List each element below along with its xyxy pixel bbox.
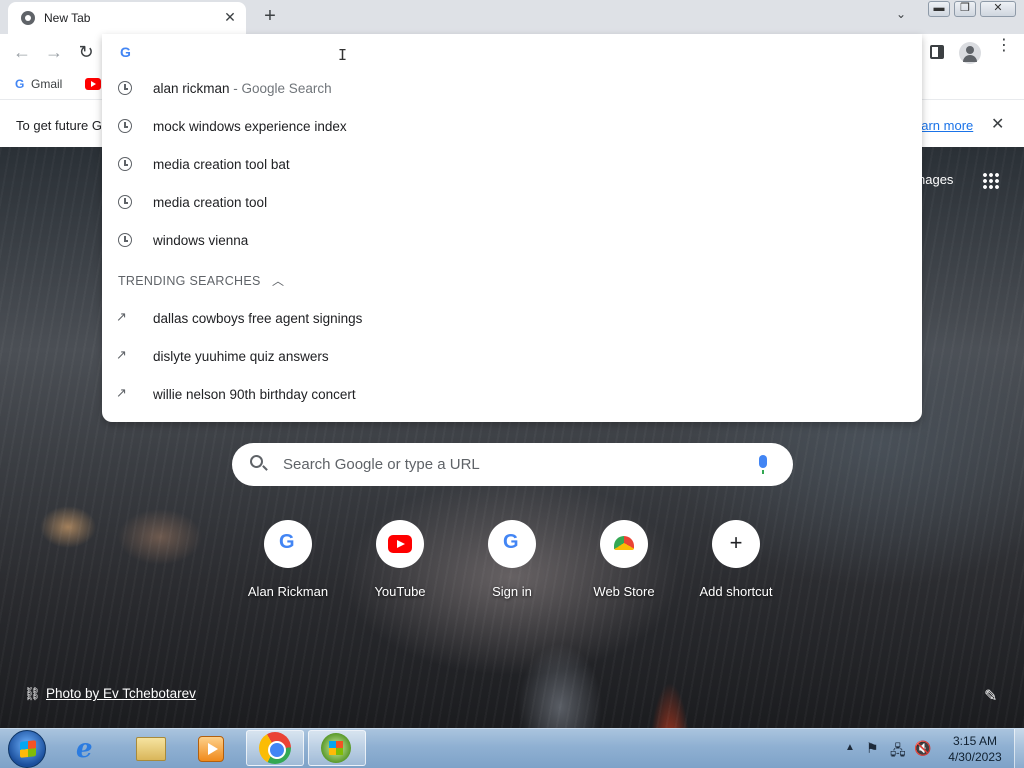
back-button[interactable]: ←: [12, 42, 32, 63]
trending-text: willie nelson 90th birthday concert: [153, 387, 356, 402]
network-icon[interactable]: 🖧: [890, 740, 906, 764]
suggestion-item[interactable]: media creation tool bat: [102, 146, 922, 184]
suggestion-text: media creation tool bat: [153, 157, 290, 172]
google-icon: G: [15, 77, 25, 91]
action-center-flag-icon[interactable]: ⚑: [866, 740, 879, 757]
window-minimize-button[interactable]: ▬: [928, 1, 950, 17]
link-icon: ⛓: [24, 686, 41, 701]
collapse-chevron-icon[interactable]: ︿: [272, 272, 284, 289]
microphone-icon[interactable]: [759, 455, 767, 474]
ntp-search-box[interactable]: Search Google or type a URL: [232, 443, 793, 486]
trending-text: dallas cowboys free agent signings: [153, 311, 363, 326]
suggestion-suffix: - Google Search: [229, 81, 332, 96]
search-placeholder: Search Google or type a URL: [283, 456, 480, 473]
photo-credit[interactable]: ⛓ Photo by Ev Tchebotarev: [24, 686, 196, 702]
internet-explorer-icon[interactable]: e: [76, 734, 104, 764]
trending-icon: ↗: [116, 385, 127, 400]
new-tab-button[interactable]: +: [260, 5, 280, 28]
plus-icon: +: [729, 530, 743, 555]
shortcut-alan-rickman[interactable]: G Alan Rickman: [238, 520, 338, 610]
suggestion-text: mock windows experience index: [153, 119, 347, 134]
suggestion-item[interactable]: media creation tool: [102, 184, 922, 222]
tab-new-tab[interactable]: New Tab ✕: [8, 2, 246, 34]
google-icon: G: [120, 44, 131, 60]
shortcut-sign-in[interactable]: G Sign in: [462, 520, 562, 610]
google-icon: G: [503, 531, 519, 553]
youtube-icon: [388, 535, 412, 553]
start-button[interactable]: [8, 730, 46, 768]
shortcut-label: Sign in: [492, 584, 532, 599]
trending-item[interactable]: ↗ dislyte yuuhime quiz answers: [102, 338, 922, 376]
images-link[interactable]: nages: [918, 172, 953, 187]
trending-item[interactable]: ↗ dallas cowboys free agent signings: [102, 300, 922, 338]
google-apps-icon[interactable]: [982, 172, 1000, 190]
shortcut-tile: G: [264, 520, 312, 568]
media-player-icon[interactable]: [198, 736, 224, 762]
suggestion-text: alan rickman: [153, 81, 230, 96]
history-icon: [118, 81, 132, 95]
trending-icon: ↗: [116, 309, 127, 324]
search-icon: [250, 455, 263, 468]
suggestion-text: windows vienna: [153, 233, 249, 248]
suggestion-item[interactable]: alan rickman - Google Search: [102, 70, 922, 108]
shortcut-label: Alan Rickman: [247, 584, 329, 599]
side-panel-icon[interactable]: [930, 45, 944, 59]
bookmark-gmail-label: Gmail: [31, 77, 63, 91]
shortcut-youtube[interactable]: YouTube: [350, 520, 450, 610]
tab-strip: New Tab ✕ + ⌄ ▬ ❐ ✕: [0, 0, 1024, 34]
trending-item[interactable]: ↗ willie nelson 90th birthday concert: [102, 376, 922, 414]
trending-icon: ↗: [116, 347, 127, 362]
volume-muted-icon[interactable]: 🔇: [914, 740, 931, 757]
system-clock[interactable]: 3:15 AM 4/30/2023: [940, 733, 1010, 765]
suggestion-item[interactable]: mock windows experience index: [102, 108, 922, 146]
shortcut-add[interactable]: + Add shortcut: [686, 520, 786, 610]
window-maximize-button[interactable]: ❐: [954, 1, 976, 17]
history-icon: [118, 119, 132, 133]
chrome-icon: [259, 732, 291, 764]
menu-button[interactable]: ⋮: [996, 38, 1012, 54]
bookmark-gmail[interactable]: G Gmail: [15, 77, 62, 91]
file-explorer-icon[interactable]: [136, 737, 166, 761]
web-store-icon: [614, 536, 634, 550]
google-icon: G: [279, 531, 295, 553]
shortcut-tile: [600, 520, 648, 568]
shortcut-tile: G: [488, 520, 536, 568]
show-desktop-button[interactable]: [1014, 729, 1024, 768]
history-icon: [118, 233, 132, 247]
shortcut-tile: [376, 520, 424, 568]
window-close-button[interactable]: ✕: [980, 1, 1016, 17]
customize-pencil-icon[interactable]: ✎: [984, 686, 997, 706]
reload-button[interactable]: ↻: [76, 42, 96, 63]
info-bar-message: To get future G: [16, 118, 102, 133]
clock-date: 4/30/2023: [948, 750, 1002, 764]
profile-avatar[interactable]: [959, 42, 981, 64]
shortcut-tile: +: [712, 520, 760, 568]
history-icon: [118, 195, 132, 209]
shortcut-label: Web Store: [593, 584, 655, 599]
forward-button[interactable]: →: [44, 42, 64, 63]
tab-close-icon[interactable]: ✕: [222, 9, 238, 26]
shortcut-label: Add shortcut: [699, 584, 773, 599]
text-cursor-icon: I: [338, 46, 348, 64]
suggestion-item[interactable]: windows vienna: [102, 222, 922, 260]
show-hidden-icons-icon[interactable]: ▲: [845, 742, 855, 753]
trending-text: dislyte yuuhime quiz answers: [153, 349, 329, 364]
chrome-favicon-icon: [21, 11, 35, 25]
learn-more-link[interactable]: earn more: [914, 118, 973, 133]
info-bar-close-icon[interactable]: ✕: [991, 114, 1004, 134]
trending-searches-header: TRENDING SEARCHES: [118, 274, 261, 288]
clock-time: 3:15 AM: [952, 734, 998, 748]
tab-title: New Tab: [44, 11, 91, 25]
shortcut-web-store[interactable]: Web Store: [574, 520, 674, 610]
history-icon: [118, 157, 132, 171]
omnibox-dropdown: G I alan rickman - Google Search mock wi…: [102, 34, 922, 422]
photo-credit-link[interactable]: Photo by Ev Tchebotarev: [46, 686, 196, 701]
shortcut-label: YouTube: [374, 584, 426, 599]
bookmark-youtube-icon[interactable]: [85, 78, 101, 90]
tab-search-chevron-icon[interactable]: ⌄: [896, 7, 906, 21]
windows-app-icon: [321, 733, 351, 763]
suggestion-text: media creation tool: [153, 195, 268, 210]
